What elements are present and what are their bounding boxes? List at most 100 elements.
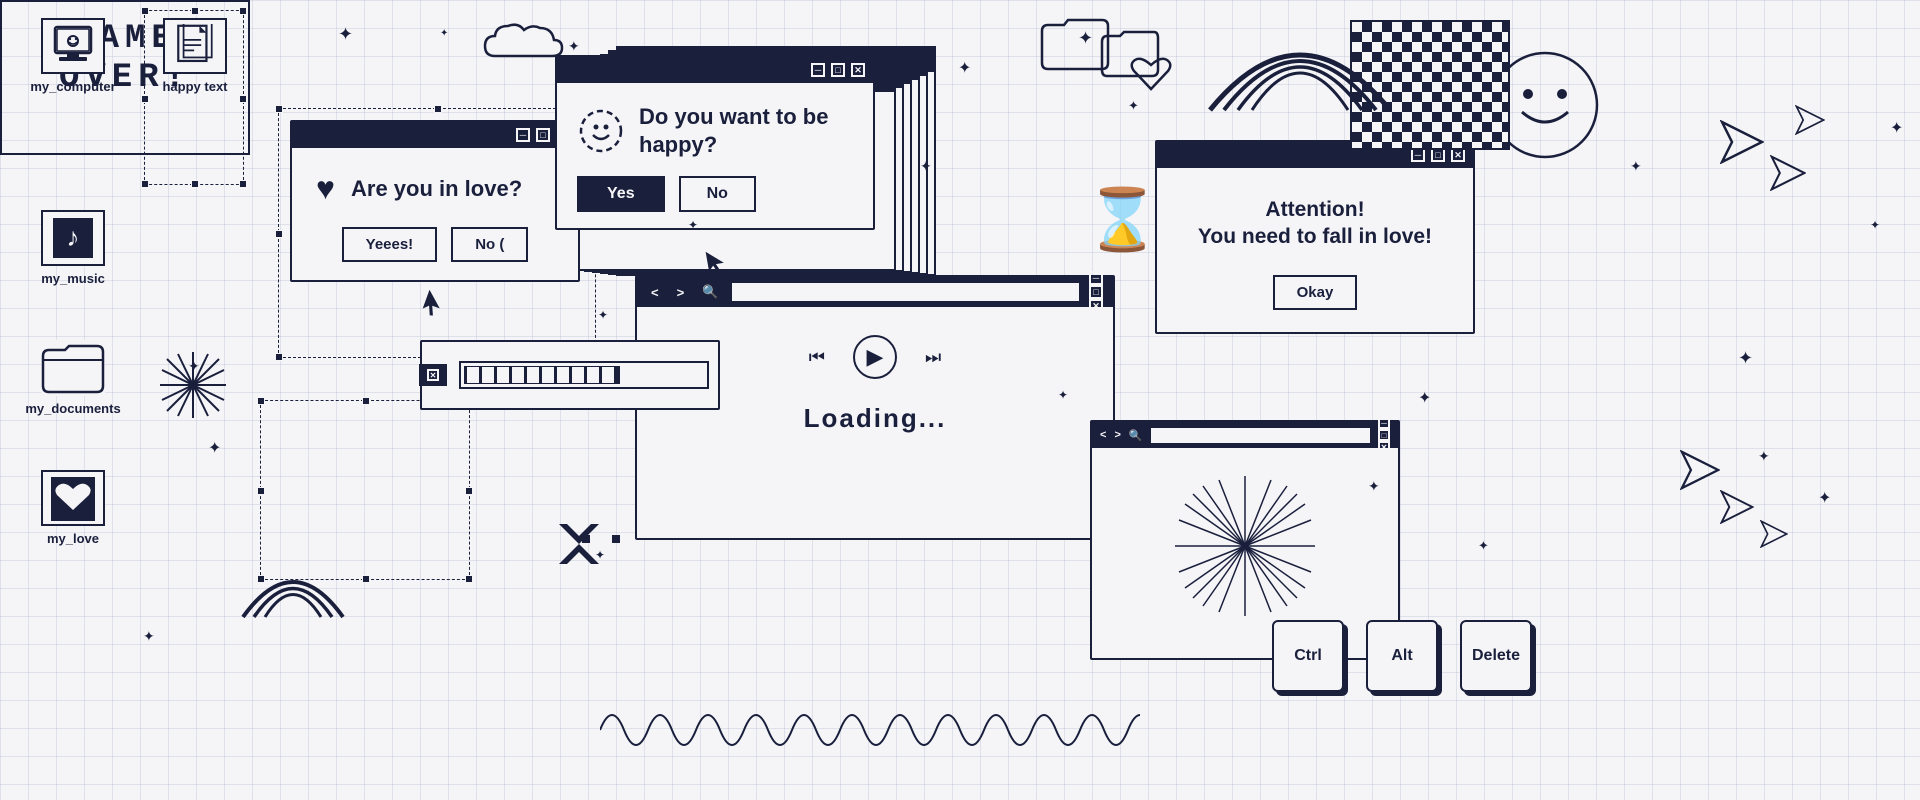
minimize-media[interactable]: ─ bbox=[1089, 271, 1103, 285]
sparkle-13: ✦ bbox=[188, 358, 200, 375]
browser-back-button[interactable]: < bbox=[647, 285, 663, 300]
dialog-love-body: ♥ Are you in love? Yeees! No ( bbox=[292, 148, 578, 280]
bsm-forward[interactable]: > bbox=[1114, 429, 1120, 441]
music-icon: ♪ bbox=[41, 210, 105, 266]
starburst-svg bbox=[1165, 466, 1325, 626]
dialog-happy-titlebar: ─ □ ✕ bbox=[557, 57, 873, 83]
dialog-happy: ─ □ ✕ Do you want to be happy? bbox=[555, 55, 875, 230]
close-loading[interactable]: ✕ bbox=[427, 369, 439, 381]
rainbow-arch-small bbox=[238, 552, 348, 627]
happy-message: Do you want to be happy? bbox=[577, 103, 853, 158]
sparkle-17: ✦ bbox=[1058, 388, 1068, 402]
dialog-love: ─ □ ✕ ♥ Are you in love? Yeees! No ( bbox=[290, 120, 580, 282]
sparkle-4: ✦ bbox=[1078, 28, 1093, 49]
handle-2 bbox=[612, 535, 620, 543]
folder-icon bbox=[41, 340, 105, 396]
minimize-button-happy[interactable]: ─ bbox=[811, 63, 825, 77]
okay-button[interactable]: Okay bbox=[1273, 275, 1358, 310]
sparkle-9: ✦ bbox=[1478, 538, 1489, 554]
sparkle-15: ✦ bbox=[598, 308, 608, 322]
hourglass-icon: ⌛ bbox=[1085, 190, 1160, 250]
browser-search-icon: 🔍 bbox=[698, 284, 722, 300]
selection-box bbox=[144, 10, 244, 185]
paper-plane-2 bbox=[1770, 155, 1806, 196]
paper-plane-4 bbox=[1680, 450, 1720, 495]
no-happy-button[interactable]: No bbox=[679, 176, 756, 212]
close-button-happy[interactable]: ✕ bbox=[851, 63, 865, 77]
cloud-icon bbox=[480, 18, 570, 71]
maximize-media[interactable]: □ bbox=[1089, 285, 1103, 299]
browser-address-bar[interactable] bbox=[732, 283, 1079, 301]
desktop-icon-my-computer[interactable]: my_computer bbox=[28, 18, 118, 94]
dialog-attention: ─ □ ✕ Attention!You need to fall in love… bbox=[1155, 140, 1475, 334]
play-button[interactable]: ▶ bbox=[853, 335, 897, 379]
progress-bar bbox=[459, 361, 709, 389]
progress-segments bbox=[467, 367, 614, 383]
close-attention[interactable]: ✕ bbox=[1451, 148, 1465, 162]
sparkle-23: ✦ bbox=[1890, 118, 1903, 138]
close-small[interactable]: ✕ bbox=[1378, 441, 1390, 453]
maximize-small[interactable]: □ bbox=[1378, 429, 1390, 441]
rainbow-arch-large bbox=[1200, 10, 1400, 125]
browser-forward-button[interactable]: > bbox=[673, 285, 689, 300]
no-button[interactable]: No ( bbox=[451, 227, 528, 262]
loading-bar-body bbox=[447, 353, 721, 397]
win-controls-attention: ─ □ ✕ bbox=[1411, 148, 1465, 162]
computer-icon bbox=[41, 18, 105, 74]
delete-key[interactable]: Delete bbox=[1460, 620, 1532, 692]
yes-button[interactable]: Yeees! bbox=[342, 227, 438, 262]
paper-plane-5 bbox=[1720, 490, 1754, 529]
sparkle-14: ✦ bbox=[208, 438, 221, 458]
love-buttons: Yeees! No ( bbox=[316, 227, 554, 262]
handle-1 bbox=[582, 535, 590, 543]
sparkle-5: ✦ bbox=[1128, 98, 1139, 114]
sparkle-3: ✦ bbox=[958, 58, 971, 78]
loading-bar-titlebar: ✕ bbox=[419, 364, 447, 386]
browser-toolbar: < > 🔍 ─ □ ✕ bbox=[637, 277, 1113, 307]
maximize-button[interactable]: □ bbox=[536, 128, 550, 142]
desktop-icon-my-love[interactable]: my_love bbox=[28, 470, 118, 546]
ctrl-key[interactable]: Ctrl bbox=[1272, 620, 1344, 692]
maximize-attention[interactable]: □ bbox=[1431, 148, 1445, 162]
loading-bar-dialog: ✕ bbox=[420, 340, 720, 410]
attention-message: Attention!You need to fall in love! bbox=[1198, 196, 1432, 251]
my-music-label: my_music bbox=[41, 271, 105, 286]
rewind-button[interactable]: ⏮ bbox=[809, 347, 825, 368]
minimize-attention[interactable]: ─ bbox=[1411, 148, 1425, 162]
dialog-happy-body: Do you want to be happy? Yes No bbox=[557, 83, 873, 228]
starburst-container bbox=[1092, 448, 1398, 644]
browser-small-toolbar: < > 🔍 ─ □ ✕ bbox=[1092, 422, 1398, 448]
paper-plane-3 bbox=[1795, 105, 1825, 140]
desktop-icon-my-documents[interactable]: my_documents bbox=[28, 340, 118, 416]
desktop-icon-my-music[interactable]: ♪ my_music bbox=[28, 210, 118, 286]
sparkle-22: ✦ bbox=[1630, 158, 1642, 175]
attention-body: Attention!You need to fall in love! Okay bbox=[1157, 168, 1473, 332]
sparkle-12: ✦ bbox=[1818, 488, 1831, 508]
heart-decor bbox=[1130, 55, 1172, 98]
fast-forward-button[interactable]: ⏭ bbox=[925, 347, 941, 368]
maximize-button-happy[interactable]: □ bbox=[831, 63, 845, 77]
paper-plane-6 bbox=[1760, 520, 1788, 553]
bsm-address[interactable] bbox=[1151, 428, 1370, 443]
minimize-button[interactable]: ─ bbox=[516, 128, 530, 142]
sparkle-10: ✦ bbox=[1738, 348, 1753, 369]
bsm-back[interactable]: < bbox=[1100, 429, 1106, 441]
sparkle-2: ✦ bbox=[568, 38, 580, 55]
alt-key[interactable]: Alt bbox=[1366, 620, 1438, 692]
love-icon bbox=[41, 470, 105, 526]
win-controls-happy: ─ □ ✕ bbox=[811, 63, 865, 77]
close-media[interactable]: ✕ bbox=[1089, 299, 1103, 313]
gear-badge-icon bbox=[577, 107, 625, 155]
sparkle-1: ✦ bbox=[338, 24, 353, 45]
desktop: my_computer happy text ♪ my_music bbox=[0, 0, 1920, 800]
win-controls-small: ─ □ ✕ bbox=[1378, 417, 1390, 453]
sparkle-7: ✦ bbox=[1418, 388, 1431, 408]
spring-coil bbox=[600, 690, 1140, 775]
sparkle-20: ✦ bbox=[595, 548, 605, 562]
progress-fill bbox=[464, 366, 620, 384]
minimize-small[interactable]: ─ bbox=[1378, 417, 1390, 429]
sparkle-18: ✦ bbox=[920, 158, 932, 175]
sparkle-19: ✦ bbox=[1870, 218, 1880, 232]
bowtie-icon bbox=[555, 520, 603, 573]
yes-happy-button[interactable]: Yes bbox=[577, 176, 665, 212]
